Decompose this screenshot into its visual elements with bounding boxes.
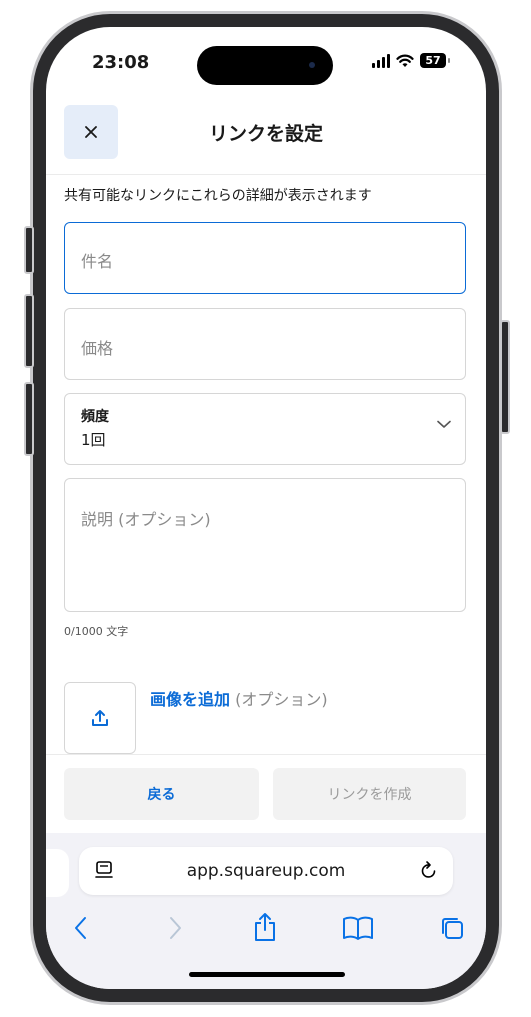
signal-icon — [372, 53, 390, 68]
home-indicator — [189, 972, 345, 977]
battery-icon: 57 — [420, 53, 450, 68]
share-icon[interactable] — [252, 911, 278, 943]
header-divider — [46, 174, 486, 175]
chevron-down-icon — [437, 420, 451, 428]
status-icons: 57 — [372, 53, 450, 68]
forward-arrow-icon[interactable] — [167, 915, 183, 941]
description-placeholder: 説明 (オプション) — [81, 510, 211, 529]
camera-dot — [309, 62, 315, 68]
name-input[interactable]: 件名 — [64, 222, 466, 294]
create-link-button[interactable]: リンクを作成 — [273, 768, 466, 820]
status-time: 23:08 — [92, 52, 150, 73]
add-image-optional: (オプション) — [230, 690, 328, 709]
char-counter: 0/1000 文字 — [64, 625, 129, 638]
back-arrow-icon[interactable] — [73, 915, 89, 941]
upload-image-button[interactable] — [64, 682, 136, 754]
name-placeholder: 件名 — [81, 252, 114, 271]
address-bar[interactable]: app.squareup.com — [79, 847, 453, 895]
side-button — [24, 294, 34, 368]
safari-bottom-bar: app.squareup.com — [46, 833, 486, 989]
url-text: app.squareup.com — [186, 861, 346, 881]
add-image-link[interactable]: 画像を追加 — [150, 690, 230, 709]
reload-icon[interactable] — [419, 859, 439, 881]
tabs-icon[interactable] — [439, 915, 465, 941]
dynamic-island — [197, 46, 333, 85]
price-input[interactable]: 価格 — [64, 308, 466, 380]
previous-tab-peek[interactable] — [46, 849, 69, 897]
frequency-value: 1回 — [81, 431, 106, 449]
bookmarks-icon[interactable] — [342, 915, 374, 941]
side-button — [24, 226, 34, 274]
side-button — [24, 382, 34, 456]
browser-toolbar — [46, 911, 486, 951]
price-placeholder: 価格 — [81, 339, 114, 358]
page-title: リンクを設定 — [208, 123, 323, 145]
back-button[interactable]: 戻る — [64, 768, 259, 820]
subtitle: 共有可能なリンクにこれらの詳細が表示されます — [64, 188, 372, 204]
frequency-select[interactable]: 頻度 1回 — [64, 393, 466, 465]
actions-divider — [46, 754, 486, 755]
frequency-label: 頻度 — [81, 409, 109, 425]
side-button — [500, 320, 510, 434]
screen: 23:08 57 リンクを設定 共有可能なリンクにこれらの詳細が表示されます 件… — [46, 27, 486, 989]
upload-icon — [92, 710, 108, 726]
description-textarea[interactable]: 説明 (オプション) — [64, 478, 466, 612]
wifi-icon — [396, 54, 414, 67]
add-image-text: 画像を追加 (オプション) — [150, 686, 328, 710]
